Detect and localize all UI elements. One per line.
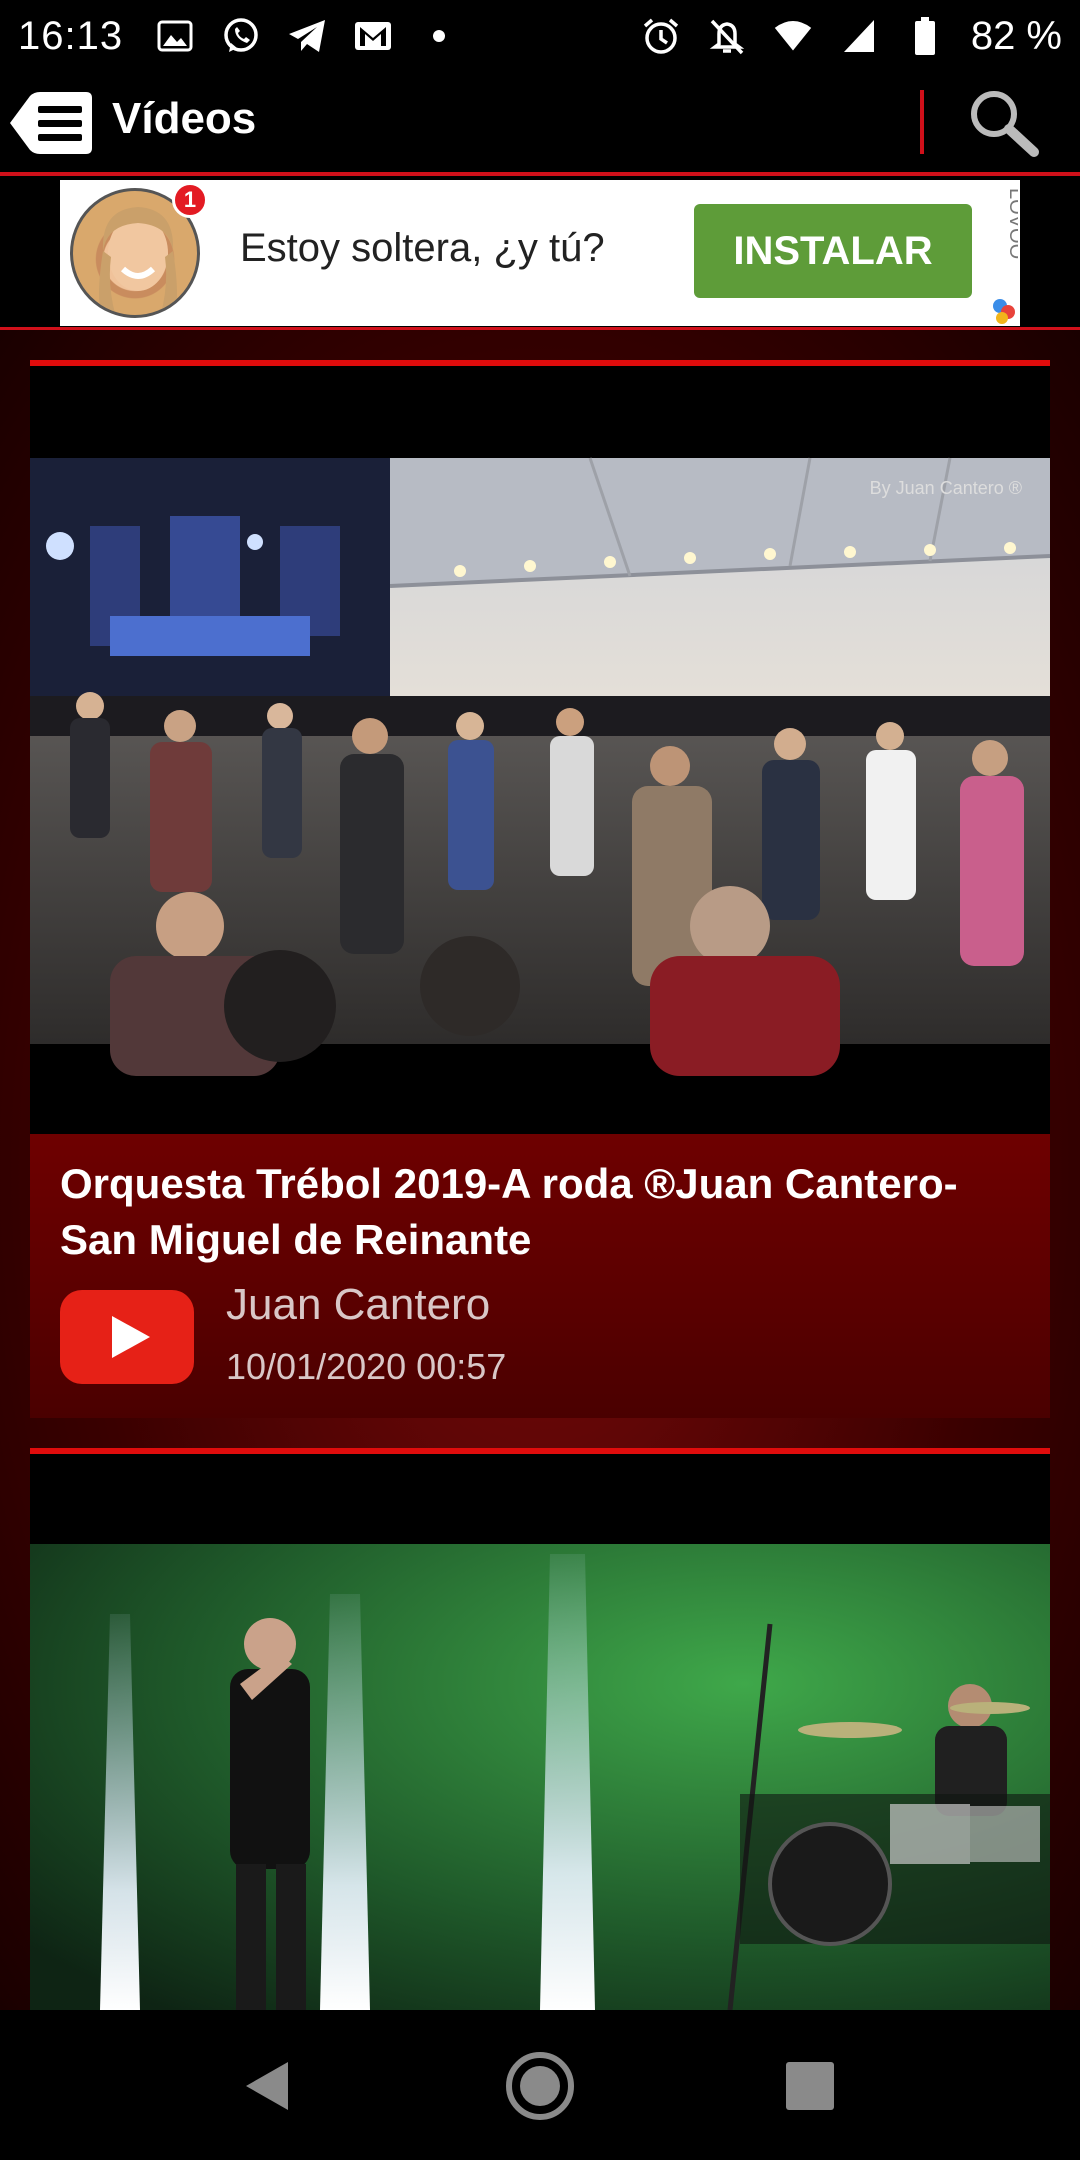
home-icon: [506, 2052, 574, 2120]
video-title[interactable]: Orquesta Trébol 2019-A roda ®Juan Canter…: [60, 1156, 1020, 1268]
wifi-icon: [773, 16, 813, 56]
recents-button[interactable]: [768, 2044, 852, 2128]
signal-icon: [839, 16, 879, 56]
notifications-off-icon: [707, 16, 747, 56]
video-card[interactable]: By Juan Cantero ® Orquesta Trébol 2019-A…: [30, 360, 1050, 1418]
publish-date: 10/01/2020 00:57: [226, 1346, 507, 1387]
search-button[interactable]: [966, 86, 1040, 160]
home-button[interactable]: [498, 2044, 582, 2128]
telegram-icon: [287, 16, 327, 56]
video-thumbnail[interactable]: [30, 1454, 1050, 2010]
status-time: 16:13: [18, 13, 124, 58]
status-right-icons: 82 %: [641, 14, 1062, 59]
whatsapp-icon: [221, 16, 261, 56]
video-thumbnail[interactable]: By Juan Cantero ®: [30, 366, 1050, 1134]
status-left-icons: [155, 16, 459, 56]
ad-banner[interactable]: 1 Estoy soltera, ¿y tú? INSTALAR LOVOO: [60, 180, 1027, 326]
video-watermark: By Juan Cantero ®: [869, 478, 1022, 498]
ad-brand-logo: LOVOO: [988, 180, 1027, 326]
gmail-icon: [353, 16, 393, 56]
ad-notification-badge: 1: [172, 182, 208, 218]
ad-brand-text: LOVOO: [1005, 188, 1018, 259]
ad-container: 1 Estoy soltera, ¿y tú? INSTALAR LOVOO: [0, 180, 1080, 330]
video-list[interactable]: By Juan Cantero ® Orquesta Trébol 2019-A…: [0, 330, 1080, 2010]
menu-icon: [10, 92, 92, 154]
toolbar-divider: [920, 90, 924, 154]
video-card[interactable]: [30, 1448, 1050, 2010]
recents-icon: [786, 2062, 834, 2110]
ad-text: Estoy soltera, ¿y tú?: [240, 226, 605, 270]
navigation-bar: [0, 2010, 1080, 2160]
search-icon: [971, 91, 1039, 157]
channel-name: Juan Cantero: [226, 1280, 491, 1329]
menu-button[interactable]: [8, 90, 94, 156]
app-bar: Vídeos: [0, 72, 1080, 176]
battery-icon: [905, 16, 945, 56]
video-info[interactable]: Orquesta Trébol 2019-A roda ®Juan Canter…: [30, 1134, 1050, 1418]
back-icon: [246, 2062, 288, 2110]
alarm-icon: [641, 16, 681, 56]
install-button[interactable]: INSTALAR: [694, 204, 972, 298]
image-icon: [155, 16, 195, 56]
dot-icon: [419, 16, 459, 56]
youtube-icon: [60, 1290, 194, 1384]
status-bar: 16:13 82 %: [0, 0, 1080, 72]
page-title: Vídeos: [112, 94, 257, 143]
back-button[interactable]: [226, 2044, 310, 2128]
battery-percent: 82 %: [970, 13, 1062, 58]
